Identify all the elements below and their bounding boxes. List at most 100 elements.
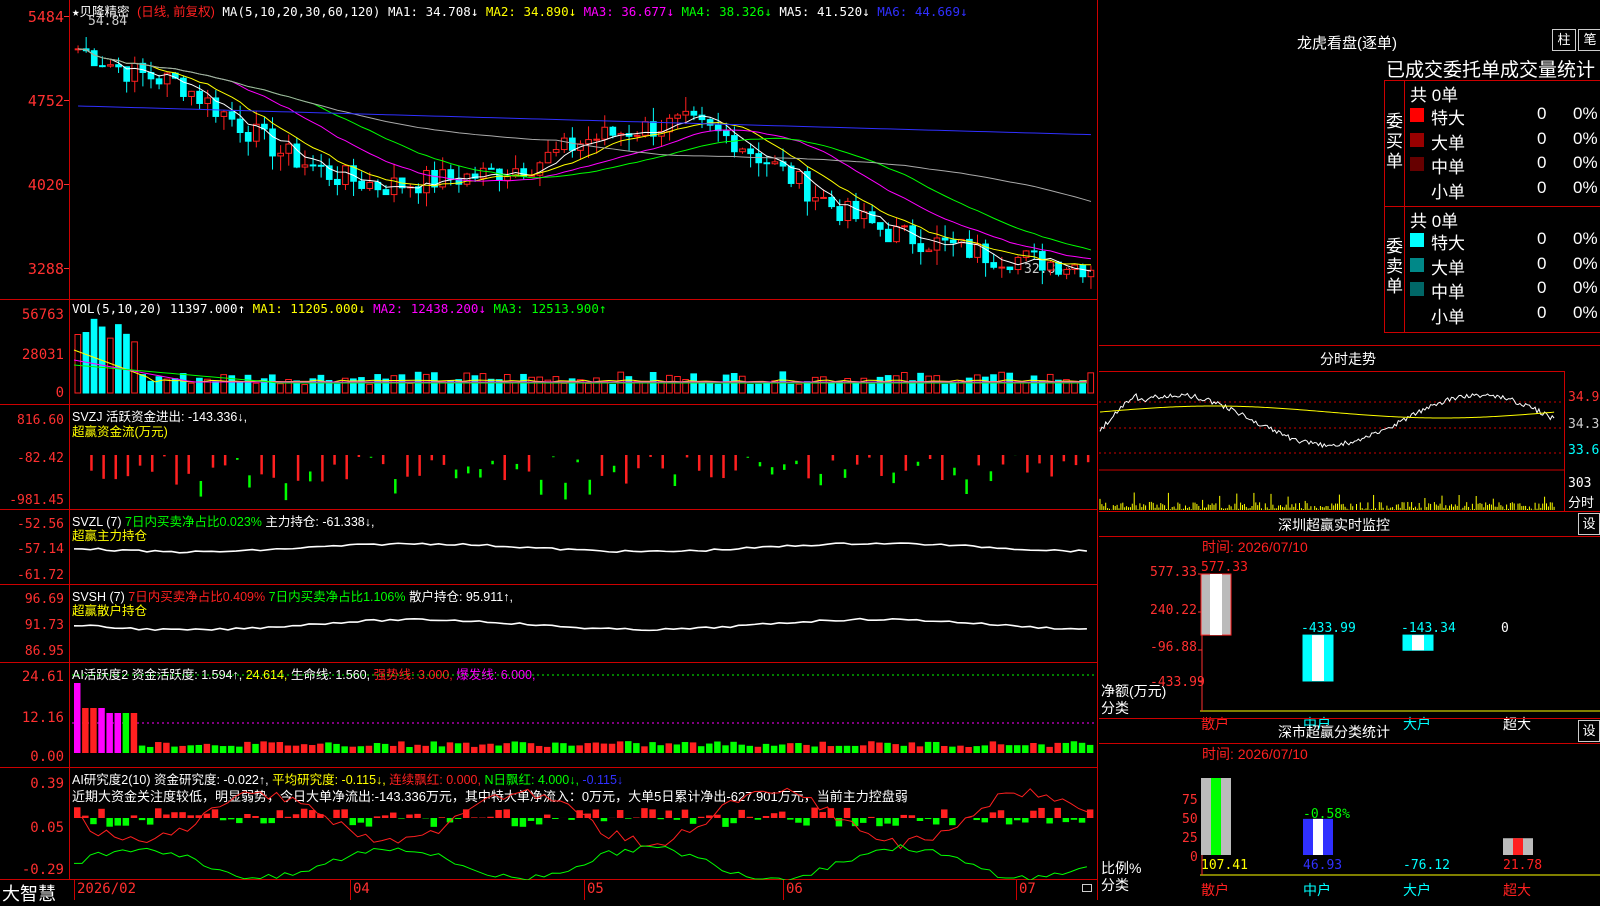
volume-panel[interactable]: VOL(5,10,20) 11397.000↑ MA1: 11205.000↓ …	[0, 300, 1098, 405]
research-bar	[941, 809, 947, 818]
flow-bar	[102, 455, 105, 479]
research-bar	[301, 809, 307, 818]
volume-bar	[245, 375, 251, 393]
activity-bar	[779, 744, 785, 753]
svzl-chart[interactable]	[0, 510, 1098, 585]
price-panel[interactable]: ★贝隆精密 (日线, 前复权) MA(5,10,20,30,60,120) MA…	[0, 0, 1098, 300]
flow-bar	[455, 470, 458, 479]
volume-bar	[513, 382, 519, 393]
research-bar	[682, 810, 688, 818]
activity-bar	[431, 741, 437, 753]
candle-body	[1056, 262, 1062, 274]
candle-body	[197, 91, 203, 103]
activity-bar	[706, 744, 712, 753]
bar-mode-button[interactable]: 柱	[1552, 29, 1576, 51]
activity-bar	[439, 746, 445, 753]
sz-monitor-time: 时间: 2026/07/10	[1202, 537, 1308, 557]
research-bar	[925, 818, 931, 819]
svzl-panel[interactable]: SVZL (7) 7日内买卖净占比0.023% 主力持仓: -61.338↓, …	[0, 510, 1098, 585]
ma-line	[78, 49, 1091, 202]
svzj-chart[interactable]	[0, 405, 1098, 510]
sz-monitor-y-label: -96.88	[1150, 640, 1197, 655]
intraday-y-label: 34.32	[1568, 417, 1600, 432]
activity-bar	[390, 746, 396, 753]
research-bar	[187, 815, 193, 818]
flow-bar	[576, 460, 579, 463]
flow-bar	[637, 455, 640, 468]
activity-bar	[649, 742, 655, 753]
net-amount-bar-highlight	[1210, 574, 1222, 635]
ai-research-chart[interactable]	[0, 768, 1098, 880]
ai-active-panel[interactable]: AI活跃度2 资金活跃度: 1.594↑, 24.614, 生命线: 1.560…	[0, 663, 1098, 768]
flow-bar	[321, 455, 324, 481]
research-line	[74, 845, 1087, 880]
volume-chart[interactable]	[0, 300, 1098, 405]
candle-body	[788, 166, 794, 183]
ai-active-chart[interactable]	[0, 663, 1098, 768]
volume-bar	[75, 335, 81, 393]
flow-bar	[1050, 455, 1053, 476]
candle-body	[772, 162, 778, 164]
candle-body	[821, 197, 827, 198]
research-bar	[1030, 811, 1036, 818]
color-swatch	[1410, 307, 1424, 321]
sz-classify-unit2: 分类	[1101, 875, 1129, 895]
flow-bar	[467, 466, 470, 473]
sz-classify-time: 时间: 2026/07/10	[1202, 744, 1308, 764]
candle-body	[999, 267, 1005, 268]
svsh-chart[interactable]	[0, 585, 1098, 663]
ai-research-panel[interactable]: AI研究度2(10) 资金研究度: -0.022↑, 平均研究度: -0.115…	[0, 768, 1098, 880]
flow-bar	[285, 483, 288, 500]
activity-bar	[228, 746, 234, 753]
candle-body	[367, 182, 373, 188]
research-bar	[82, 816, 88, 818]
research-bar	[730, 818, 736, 823]
flow-bar	[516, 464, 519, 469]
flow-bar	[613, 466, 616, 472]
activity-bar	[374, 743, 380, 753]
lhb-header: 已成交委托单成交量统计	[1386, 55, 1595, 82]
research-bar	[657, 818, 663, 819]
activity-bar	[414, 745, 420, 753]
activity-bar	[901, 746, 907, 753]
tick-mode-button[interactable]: 笔	[1578, 29, 1600, 51]
bar-value-label: -433.99	[1301, 621, 1356, 636]
candle-body	[651, 122, 657, 137]
activity-bar	[163, 743, 169, 753]
activity-bar	[455, 743, 461, 753]
flow-bar	[370, 457, 373, 458]
candlestick-chart[interactable]	[0, 0, 1098, 300]
activity-bar	[155, 742, 161, 753]
volume-bar	[594, 378, 600, 393]
candle-body	[756, 154, 762, 163]
candle-body	[1048, 262, 1054, 270]
candle-body	[205, 98, 211, 104]
flow-bar	[747, 457, 750, 458]
flow-bar	[649, 455, 652, 457]
sz-classify-settings-button[interactable]: 设	[1578, 720, 1600, 742]
chart-area[interactable]: ★贝隆精密 (日线, 前复权) MA(5,10,20,30,60,120) MA…	[0, 0, 1098, 900]
svzj-panel[interactable]: SVZJ 活跃资金进出: -143.336↓, 超赢资金流(万元) 816.60…	[0, 405, 1098, 510]
flow-bar	[905, 455, 908, 471]
candle-body	[634, 135, 640, 136]
candle-body	[229, 112, 235, 119]
order-count: 0	[1537, 303, 1546, 323]
activity-bar	[447, 742, 453, 753]
flow-bar	[601, 455, 604, 476]
research-bar	[471, 817, 477, 818]
candle-body	[894, 227, 900, 242]
sz-monitor-settings-button[interactable]: 设	[1578, 513, 1600, 535]
candle-body	[424, 170, 430, 192]
candle-body	[926, 250, 932, 251]
research-bar	[179, 812, 185, 818]
candle-body	[902, 226, 908, 227]
candle-body	[310, 165, 316, 166]
flow-bar	[479, 469, 482, 477]
activity-bar	[909, 742, 915, 753]
volume-bar	[359, 378, 365, 393]
flow-bar	[345, 455, 348, 479]
svsh-panel[interactable]: SVSH (7) 7日内买卖净占比0.409% 7日内买卖净占比1.106% 散…	[0, 585, 1098, 663]
candle-body	[1064, 269, 1070, 274]
activity-bar	[795, 743, 801, 753]
volume-bar	[107, 338, 113, 393]
